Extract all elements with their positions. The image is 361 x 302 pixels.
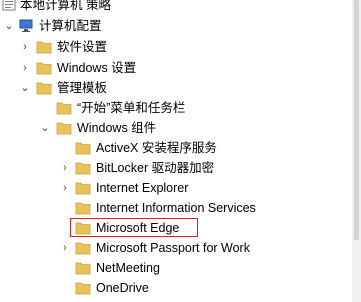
- tree-item-iis[interactable]: Internet Information Services: [0, 198, 352, 218]
- tree-item-label: BitLocker 驱动器加密: [96, 161, 215, 175]
- policy-computer-icon: [2, 0, 18, 12]
- folder-icon: [75, 221, 91, 235]
- tree-item-administrative-templates[interactable]: ⌄ 管理模板: [0, 78, 352, 98]
- tree-item-activex-installer[interactable]: ActiveX 安装程序服务: [0, 138, 352, 158]
- tree-item-label: 管理模板: [57, 81, 108, 95]
- chevron-right-icon[interactable]: ›: [58, 160, 72, 176]
- folder-icon: [75, 281, 91, 295]
- chevron-right-icon[interactable]: ›: [58, 180, 72, 196]
- tree-item-microsoft-passport[interactable]: › Microsoft Passport for Work: [0, 238, 352, 258]
- chevron-down-icon[interactable]: ⌄: [18, 80, 32, 96]
- folder-icon: [36, 40, 52, 54]
- folder-icon: [36, 81, 52, 95]
- folder-icon: [56, 101, 72, 115]
- folder-icon: [75, 141, 91, 155]
- tree-item-label: OneDrive: [96, 281, 149, 295]
- tree-item-label: Microsoft Edge: [96, 221, 180, 235]
- tree-item-label: Internet Information Services: [96, 201, 256, 215]
- folder-icon: [75, 181, 91, 195]
- tree-item-label: Microsoft Passport for Work: [96, 241, 250, 255]
- tree-item-label: Windows 组件: [77, 121, 157, 135]
- chevron-right-icon[interactable]: ›: [18, 39, 32, 55]
- policy-tree: 本地计算机 策略 ⌄ 计算机配置 › 软件设置 › Windows 设置 ⌄ 管…: [0, 0, 352, 302]
- tree-item-microsoft-edge[interactable]: Microsoft Edge: [0, 218, 352, 238]
- folder-icon: [75, 201, 91, 215]
- tree-item-label: Windows 设置: [57, 61, 137, 75]
- tree-item-onedrive[interactable]: OneDrive: [0, 278, 352, 298]
- tree-item-computer-configuration[interactable]: ⌄ 计算机配置: [0, 16, 352, 36]
- chevron-down-icon[interactable]: ⌄: [38, 120, 52, 136]
- folder-icon: [36, 61, 52, 75]
- tree-item-local-computer-policy[interactable]: 本地计算机 策略: [0, 0, 352, 15]
- tree-item-label: NetMeeting: [96, 261, 160, 275]
- chevron-right-icon[interactable]: ›: [58, 240, 72, 256]
- chevron-right-icon[interactable]: ›: [18, 60, 32, 76]
- computer-config-icon: [19, 19, 35, 33]
- tree-item-bitlocker[interactable]: › BitLocker 驱动器加密: [0, 158, 352, 178]
- tree-item-label: Internet Explorer: [96, 181, 189, 195]
- vertical-scrollbar[interactable]: [352, 0, 361, 302]
- scrollbar-thumb[interactable]: [354, 0, 359, 240]
- tree-item-label: 本地计算机 策略: [20, 0, 111, 12]
- tree-item-netmeeting[interactable]: NetMeeting: [0, 258, 352, 278]
- folder-icon: [75, 161, 91, 175]
- folder-icon: [75, 261, 91, 275]
- folder-icon: [56, 121, 72, 135]
- tree-item-internet-explorer[interactable]: › Internet Explorer: [0, 178, 352, 198]
- tree-item-software-settings[interactable]: › 软件设置: [0, 37, 352, 57]
- chevron-down-icon[interactable]: ⌄: [2, 18, 16, 34]
- tree-item-label: ActiveX 安装程序服务: [96, 141, 217, 155]
- tree-item-windows-settings[interactable]: › Windows 设置: [0, 58, 352, 78]
- tree-item-label: 计算机配置: [39, 19, 102, 33]
- tree-item-label: 软件设置: [57, 40, 108, 54]
- tree-item-label: “开始”菜单和任务栏: [77, 101, 186, 115]
- tree-item-start-menu-taskbar[interactable]: “开始”菜单和任务栏: [0, 98, 352, 118]
- folder-icon: [75, 241, 91, 255]
- tree-item-windows-components[interactable]: ⌄ Windows 组件: [0, 118, 352, 138]
